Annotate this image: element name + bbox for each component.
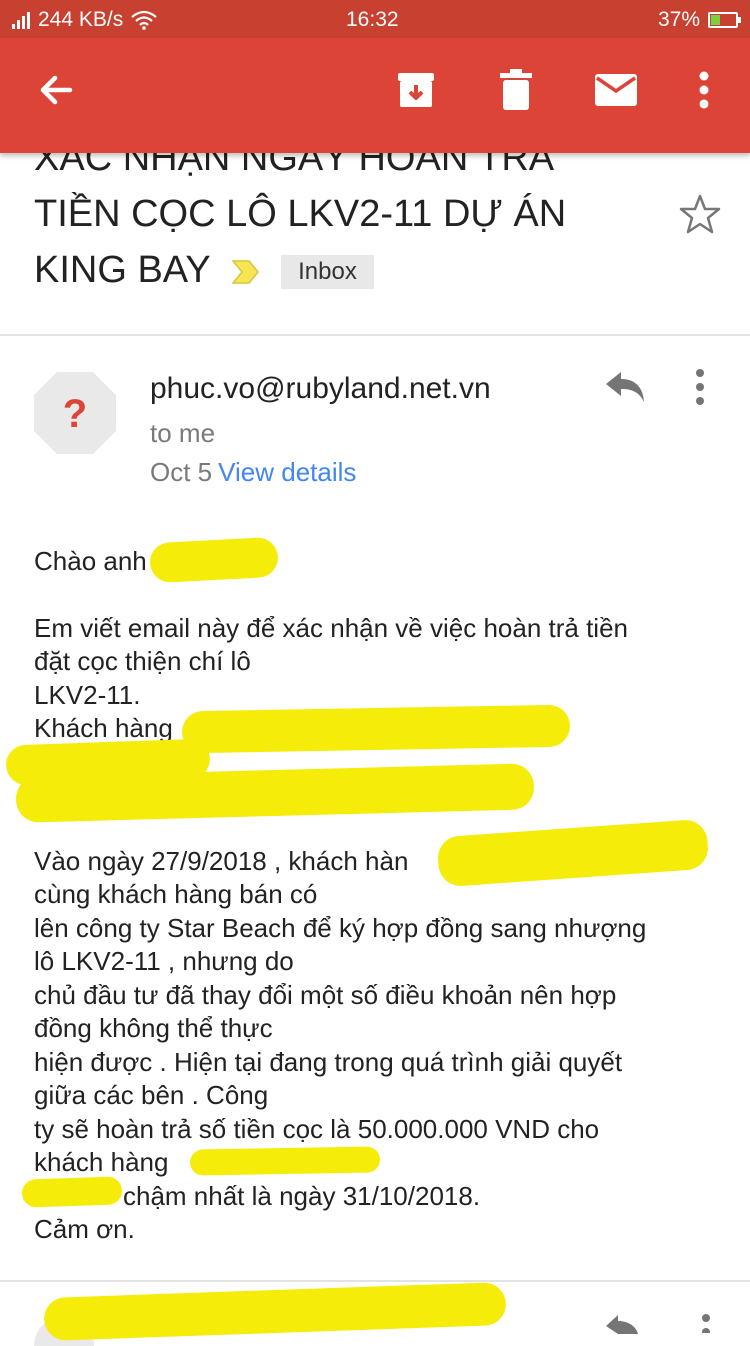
redaction-mark [43,1281,507,1342]
battery-percent: 37% [657,8,700,31]
redaction-mark [181,704,571,754]
avatar[interactable]: ? [32,370,118,456]
message-more-icon[interactable] [694,368,706,406]
delete-button[interactable] [488,62,544,118]
message-more-icon[interactable] [700,1312,712,1333]
more-vert-icon [699,71,709,109]
body-line: cùng khách hàng bán có [34,879,318,909]
battery-icon [708,12,741,28]
mark-unread-button[interactable] [588,62,644,118]
body-line: hiện được . Hiện tại đang trong quá trìn… [34,1046,623,1077]
unknown-sender-icon: ? [63,392,87,436]
back-button[interactable] [28,62,84,118]
mark-unread-icon [595,74,637,106]
divider [0,1280,750,1282]
reply-icon[interactable] [604,370,646,404]
body-line: lên công ty Star Beach để ký hợp đồng sa… [34,912,647,943]
divider [0,334,750,336]
body-line: lô LKV2-11 , nhưng do [34,946,294,976]
subject-line-2: TIỀN CỌC LÔ LKV2-11 DỰ ÁN [34,193,567,235]
date-text: Oct 5 [150,457,213,487]
redaction-mark [149,536,279,584]
star-icon[interactable] [678,192,722,236]
redaction-mark [21,1176,123,1208]
inbox-label-chip[interactable]: Inbox [281,254,374,289]
body-line: chậm nhất là ngày 31/10/2018. [123,1180,481,1211]
recipient: to me [150,418,216,448]
network-speed: 244 KB/s [38,8,124,31]
body-line: ty sẽ hoàn trả số tiền cọc là 50.000.000… [34,1113,600,1144]
status-bar: 244 KB/s 16:32 37% [0,0,750,38]
email-date: Oct 5 View details [150,457,356,488]
email-subject: XÁC NHẬN NGÀY HOÀN TRẢ TIỀN CỌC LÔ LKV2-… [34,130,664,298]
signal-icon [12,11,30,29]
body-line: giữa các bên . Công [34,1080,269,1110]
back-arrow-icon [40,75,73,105]
reply-icon[interactable] [604,1312,640,1334]
archive-icon [398,73,434,107]
email-body: Chào anh Em viết email này để xác nhận v… [34,545,724,1247]
signoff: Cảm ơn. [34,1214,135,1244]
view-details-link[interactable]: View details [218,457,356,487]
clock: 16:32 [346,8,399,31]
sender-email[interactable]: phuc.vo@rubyland.net.vn [150,372,491,406]
more-options-button[interactable] [676,62,732,118]
delete-icon [500,69,532,110]
body-line: đồng không thể thực [34,1013,273,1043]
body-line: Em viết email này để xác nhận về việc ho… [34,612,628,643]
archive-button[interactable] [388,62,444,118]
wifi-icon [131,10,157,30]
body-line: chủ đầu tư đã thay đổi một số điều khoản… [34,979,617,1010]
importance-marker-icon [230,260,259,284]
redaction-mark [189,1146,381,1176]
body-line: đặt cọc thiện chí lô [34,646,251,676]
subject-line-3: KING BAY [34,249,210,291]
app-bar [0,38,750,153]
greeting: Chào anh [34,546,147,576]
